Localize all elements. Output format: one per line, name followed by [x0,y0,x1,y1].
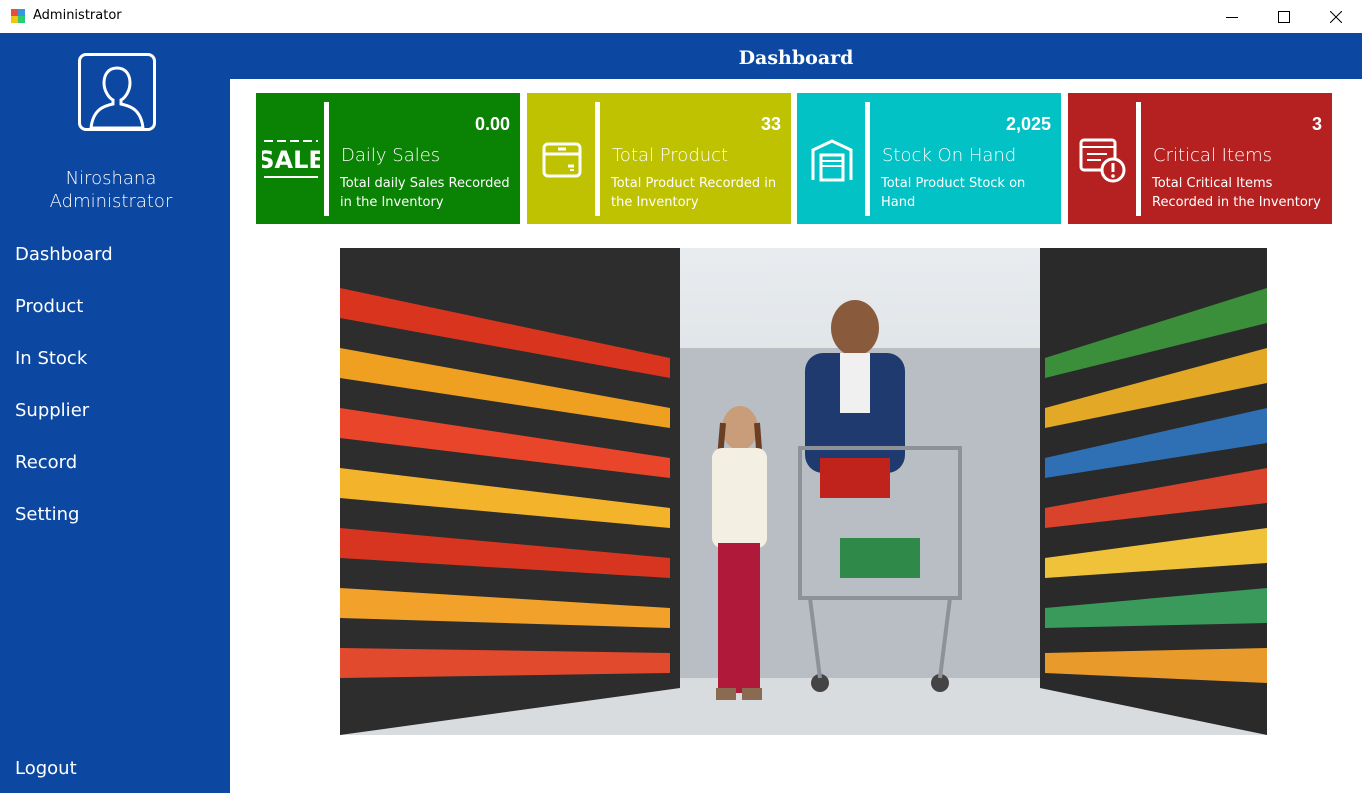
stock-on-hand-card[interactable]: 2,025 Stock On Hand Total Product Stock … [797,93,1061,224]
card-description: Total Product Stock on Hand [881,176,1026,210]
minimize-icon [1226,16,1238,18]
close-icon [1330,10,1342,23]
card-value: 3 [1311,114,1322,134]
card-divider [865,102,870,216]
critical-items-card[interactable]: 3 Critical Items Total Critical Items Re… [1068,93,1332,224]
user-role: Administrator [49,191,173,212]
nav-supplier[interactable]: Supplier [15,400,89,421]
maximize-button[interactable] [1258,0,1310,33]
card-value: 0.00 [474,114,510,134]
card-description: Total Product Recorded in the Inventory [611,176,777,210]
maximize-icon [1278,10,1290,23]
card-value: 2,025 [1005,114,1051,134]
app-icon [11,9,25,23]
user-silhouette-icon [89,66,145,128]
card-divider [324,102,329,216]
card-title: Critical Items [1153,145,1273,166]
card-value: 33 [760,114,781,134]
supermarket-photo [340,248,1267,735]
card-title: Stock On Hand [882,145,1017,166]
card-title: Daily Sales [341,145,441,166]
sidebar: Niroshana Administrator Dashboard Produc… [0,33,230,793]
nav-in-stock[interactable]: In Stock [15,348,87,369]
avatar [78,53,156,131]
close-button[interactable] [1310,0,1362,33]
sale-tag-icon: SALE [262,138,320,182]
card-divider [595,102,600,216]
card-divider [1136,102,1141,216]
total-product-card[interactable]: 33 Total Product Total Product Recorded … [527,93,791,224]
svg-text:SALE: SALE [262,146,320,174]
minimize-button[interactable] [1206,0,1258,33]
window-title: Administrator [33,8,122,23]
nav-setting[interactable]: Setting [15,504,79,525]
user-name: Niroshana [65,168,157,189]
warehouse-icon [803,138,861,182]
daily-sales-card[interactable]: SALE 0.00 Daily Sales Total daily Sales … [256,93,520,224]
page-header: Dashboard [230,33,1362,79]
page-title: Dashboard [738,47,854,69]
logout-button[interactable]: Logout [15,758,77,779]
nav-product[interactable]: Product [15,296,83,317]
nav-dashboard[interactable]: Dashboard [15,244,113,265]
title-bar: Administrator [0,0,1362,33]
card-description: Total daily Sales Recorded in the Invent… [340,176,510,210]
card-description: Total Critical Items Recorded in the Inv… [1152,176,1321,210]
box-icon [533,138,591,182]
nav-record[interactable]: Record [15,452,77,473]
card-title: Total Product [612,145,729,166]
critical-list-icon [1074,138,1132,183]
